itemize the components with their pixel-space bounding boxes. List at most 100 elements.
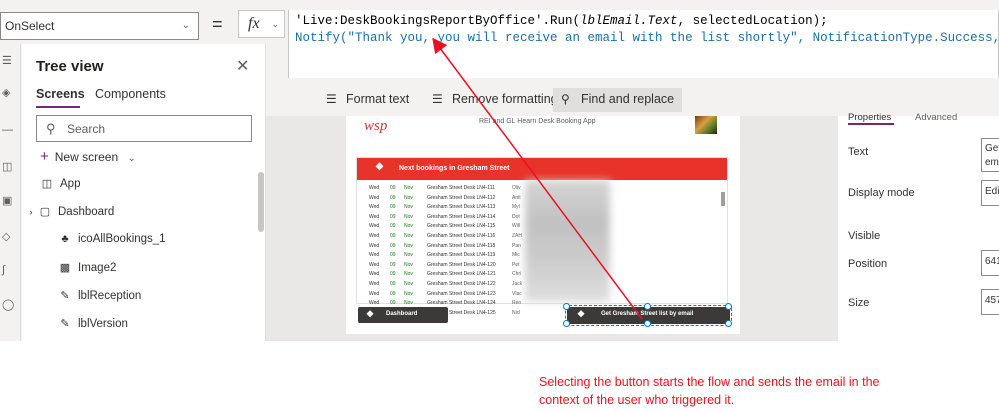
booking-month: Nov [404,223,413,230]
user-photo [695,116,717,134]
active-tab-underline [848,123,894,125]
tree-item-lblreception[interactable]: ✎ lblReception [58,289,141,302]
booking-desk: Gresham Street Desk LN4-120 [427,261,496,268]
format-lines-icon: ☰ [326,92,337,106]
get-list-button-label: Get Gresham Street list by email [601,311,694,317]
booking-date: 09 [390,252,396,259]
fx-button[interactable]: fx ⌄ [238,10,285,38]
plus-icon: + [40,148,49,165]
booking-month: Nov [404,213,413,220]
new-screen-label: New screen [54,150,119,164]
booking-desk: Gresham Street Desk LN4-116 [427,232,496,239]
remove-formatting-label: Remove formatting [452,92,558,106]
tab-advanced[interactable]: Advanced [915,112,957,123]
text-property-input[interactable]: Get ema [981,138,999,172]
booking-month: Nov [404,271,413,278]
booking-date: 09 [390,223,396,230]
chevron-down-icon: ⌄ [271,19,279,29]
tree-item-label: icoAllBookings_1 [78,233,166,245]
card-header: ❖ Next bookings in Gresham Street [357,158,727,180]
app-icon: ◫ [41,178,53,190]
chevron-down-icon: ⌄ [181,20,190,31]
tree-item-app[interactable]: ◫ App [40,177,81,190]
booking-name: Dot [512,213,520,220]
size-width-input[interactable]: 457 [981,289,999,315]
booking-date: 09 [390,213,396,220]
booking-desk: Gresham Street Desk LN4-113 [427,204,496,211]
app-title: REI and GL Hearn Desk Booking App [479,118,596,125]
booking-name: Mic [512,252,520,259]
booking-month: Nov [404,242,413,249]
media-icon[interactable]: ▣ [2,194,12,207]
tree-item-label: Image2 [78,262,117,274]
formula-line-1-italic: lblEmail.Text [580,14,678,28]
find-replace-button[interactable]: ⚲ Find and replace [553,88,683,112]
search-rail-icon[interactable]: ◯ [2,298,14,311]
booking-date: 09 [390,271,396,278]
close-icon[interactable]: ✕ [236,56,249,76]
formula-line-1: 'Live:DeskBookingsReportByOffice'.Run(lb… [295,13,992,30]
booking-date: 09 [390,194,396,201]
booking-name: Oliv [512,185,521,191]
resize-handle[interactable] [725,303,732,310]
insert-icon[interactable]: — [2,124,13,136]
active-tab-underline [36,106,80,108]
tree-item-label: App [60,178,81,190]
properties-panel: Properties Advanced Text Get ema Display… [838,112,999,341]
resize-handle[interactable] [563,303,570,310]
tree-scrollbar[interactable] [258,172,264,232]
tree-search-input[interactable]: ⚲ Search [36,115,252,142]
equals-sign: = [212,14,223,34]
screenshot-root: OnSelect ⌄ = fx ⌄ 'Live:DeskBookingsRepo… [0,0,999,411]
booking-day: Wed [369,252,380,259]
booking-date: 09 [390,290,396,297]
tools-icon[interactable]: ◇ [2,230,10,243]
remove-formatting-button[interactable]: ☰ Remove formatting [424,88,566,112]
booking-desk: Gresham Street Desk LN4-123 [427,290,496,297]
image-icon: ▩ [59,262,71,274]
booking-name: Ren [512,300,522,307]
booking-name: Myl [512,204,520,211]
layers-icon[interactable]: ◈ [2,86,10,99]
chevron-right-icon: › [29,207,33,217]
resize-handle[interactable] [644,303,651,310]
gallery-scrollbar[interactable] [721,192,725,206]
tab-screens[interactable]: Screens [36,87,85,101]
dashboard-button[interactable]: ❖ Dashboard [358,307,448,323]
format-text-button[interactable]: ☰ Format text [318,88,417,112]
formula-bar[interactable]: 'Live:DeskBookingsReportByOffice'.Run(lb… [288,10,999,78]
app-screen: wsp REI and GL Hearn Desk Booking App ❖ … [346,116,740,334]
property-dropdown-value: OnSelect [5,19,55,33]
booking-day: Wed [369,280,380,287]
booking-name: Nicl [512,309,521,316]
menu-icon[interactable]: ☰ [2,54,12,67]
display-mode-select[interactable]: Edit [981,180,999,206]
grid-icon: ❖ [366,309,375,319]
power-apps-studio: OnSelect ⌄ = fx ⌄ 'Live:DeskBookingsRepo… [0,0,999,341]
new-screen-button[interactable]: + New screen ⌄ [40,148,136,165]
formula-line-1-suffix: , selectedLocation); [677,14,828,28]
resize-handle[interactable] [725,320,732,327]
resize-handle[interactable] [563,320,570,327]
booking-day: Wed [369,290,380,297]
tree-item-image2[interactable]: ▩ Image2 [58,261,117,274]
tree-item-lblversion[interactable]: ✎ lblVersion [58,317,127,330]
booking-date: 09 [390,232,396,239]
booking-name: Will [512,223,521,230]
booking-month: Nov [404,261,413,268]
fx-label: fx [248,15,260,32]
tree-item-icoallbookings[interactable]: ♣ icoAllBookings_1 [58,233,166,245]
data-icon[interactable]: ◫ [2,160,12,173]
tab-properties[interactable]: Properties [848,112,891,123]
booking-name: Anit [512,194,521,201]
position-x-input[interactable]: 641 [981,250,999,276]
tree-item-dashboard[interactable]: › ▢ Dashboard [26,205,115,218]
booking-desk: Gresham Street Desk LN4-122 [427,280,496,287]
variables-icon[interactable]: ∫ [2,264,5,276]
property-dropdown[interactable]: OnSelect ⌄ [0,12,199,40]
booking-date: 09 [390,280,396,287]
booking-month: Nov [404,280,413,287]
booking-desk: Gresham Street Desk LN4-115 [427,223,496,230]
resize-handle[interactable] [644,320,651,327]
tab-components[interactable]: Components [95,87,166,101]
